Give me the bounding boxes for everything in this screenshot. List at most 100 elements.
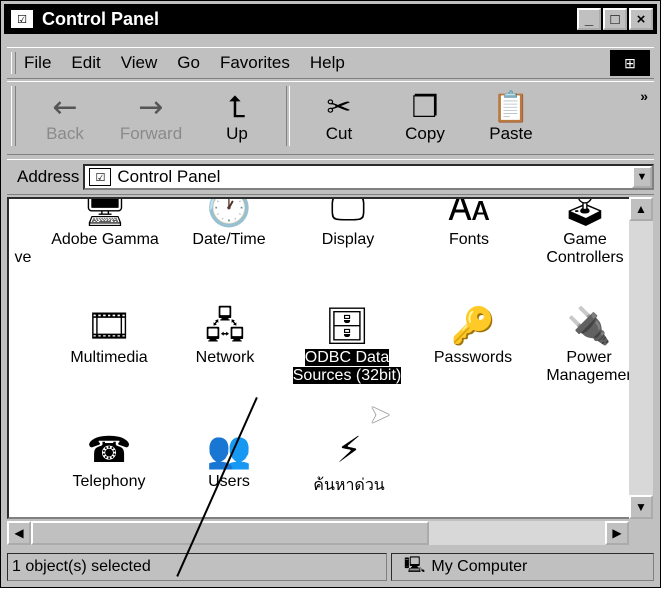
toolbar-grip[interactable] [11,86,16,146]
adobe-gamma-label: Adobe Gamma [51,231,159,248]
display-label: Display [321,231,375,248]
windows-flag-icon: ⊞ [610,50,650,76]
address-label: Address [17,167,80,186]
telephony-item[interactable]: ☎ Telephony [49,429,169,491]
icon-view: ve 🖥 Adobe Gamma 🕐 Date/Time 🖵 Display 🗛… [7,197,647,519]
copy-button[interactable]: ❐ Copy [382,82,468,148]
odbc-item[interactable]: 🗄 ODBC Data Sources (32bit) [287,305,407,385]
status-selection: 1 object(s) selected [7,553,387,581]
menu-bar: File Edit View Go Favorites Help ⊞ [7,47,654,79]
horizontal-scroll-thumb[interactable] [31,521,429,545]
back-arrow-icon: ← [52,90,78,125]
menu-file[interactable]: File [24,53,51,73]
partial-icon-label: ve [14,249,32,266]
telephony-label: Telephony [72,473,146,490]
up-folder-icon: ⮤ [228,90,246,125]
monitor-icon: 🖥 [82,197,128,229]
menu-help[interactable]: Help [310,53,345,73]
scroll-down-button[interactable]: ▼ [629,495,653,519]
toolbar-chevron-icon[interactable]: » [640,88,648,104]
vertical-scrollbar[interactable]: ▲ ▼ [629,197,653,519]
status-zone-label: My Computer [431,558,528,575]
datetime-label: Date/Time [192,231,266,248]
menu-favorites[interactable]: Favorites [220,53,290,73]
users-icon: 👥 [206,430,252,471]
passwords-item[interactable]: 🔑 Passwords [413,305,533,367]
network-item[interactable]: 🖧 Network [165,305,285,367]
forward-arrow-icon: → [138,90,164,125]
users-label: Users [208,473,250,490]
fonts-icon: 🗛 [448,197,490,229]
scissors-icon: ✂ [326,90,352,125]
game-controllers-item[interactable]: 🕹 Game Controllers [525,197,645,267]
back-button[interactable]: ← Back [22,82,108,148]
status-zone: 🖳 My Computer [391,553,654,581]
telephone-icon: ☎ [86,430,132,471]
copy-icon: ❐ [411,90,439,125]
scroll-up-button[interactable]: ▲ [629,197,653,221]
find-fast-label: ค้นหาด่วน [313,477,385,494]
multimedia-label: Multimedia [70,349,148,366]
control-panel-icon: ☑ [10,9,34,29]
game-controllers-line1: Game [563,231,607,248]
game-controllers-line2: Controllers [546,249,624,266]
scroll-left-button[interactable]: ◀ [7,521,31,545]
forward-button[interactable]: → Forward [108,82,194,148]
computer-icon: 🖳 [404,554,426,574]
network-icon: 🖧 [204,306,246,347]
multimedia-item[interactable]: 🎞 Multimedia [49,305,169,367]
display-item[interactable]: 🖵 Display [288,197,408,249]
cut-label: Cut [325,124,353,143]
paste-label: Paste [489,124,533,143]
odbc-line1: ODBC Data [304,349,390,366]
control-panel-window: ☑ Control Panel _ □ × File Edit View Go … [0,0,661,588]
network-label: Network [195,349,255,366]
control-panel-small-icon: ☑ [89,168,112,186]
standard-toolbar: ← Back → Forward ⮤ Up ✂ Cut ❐ Copy 📋 Pas… [7,81,654,155]
window-title: Control Panel [42,8,160,29]
menu-edit[interactable]: Edit [71,53,100,73]
display-icon: 🖵 [330,197,366,229]
back-label: Back [46,124,84,143]
fonts-label: Fonts [448,231,489,248]
binoculars-icon: ⚡ [336,430,362,471]
address-dropdown-button[interactable]: ▼ [632,166,652,188]
title-bar[interactable]: ☑ Control Panel _ □ × [4,4,657,34]
maximize-button[interactable]: □ [603,8,627,30]
keys-icon: 🔑 [450,306,496,347]
window-controls: _ □ × [577,8,653,30]
paste-icon: 📋 [492,90,530,125]
up-label: Up [226,124,248,143]
toolbar-separator [286,86,290,146]
paste-button[interactable]: 📋 Paste [468,82,554,148]
odbc-line2: Sources (32bit) [292,367,402,384]
find-fast-item[interactable]: ⚡ ค้นหาด่วน [289,429,409,498]
address-bar: Address ☑ Control Panel ▼ [7,159,654,195]
forward-label: Forward [119,124,183,143]
status-bar: 1 object(s) selected 🖳 My Computer [7,553,654,583]
address-input[interactable]: ☑ Control Panel ▼ [83,164,654,190]
multimedia-icon: 🎞 [86,306,132,347]
menu-go[interactable]: Go [177,53,200,73]
address-value: Control Panel [117,167,221,186]
scroll-right-button[interactable]: ▶ [605,521,629,545]
fonts-item[interactable]: 🗛 Fonts [409,197,529,249]
up-button[interactable]: ⮤ Up [194,82,280,148]
cut-button[interactable]: ✂ Cut [296,82,382,148]
copy-label: Copy [405,124,445,143]
minimize-button[interactable]: _ [577,8,601,30]
menubar-grip[interactable] [11,52,16,74]
odbc-icon: 🗄 [324,306,370,347]
adobe-gamma-item[interactable]: 🖥 Adobe Gamma [45,197,165,249]
menu-view[interactable]: View [121,53,158,73]
mouse-cursor-icon: ➤ [369,399,391,429]
clock-icon: 🕐 [206,197,252,229]
horizontal-scrollbar[interactable]: ◀ ▶ [7,521,629,545]
datetime-item[interactable]: 🕐 Date/Time [169,197,289,249]
passwords-label: Passwords [433,349,513,366]
partial-icon-item[interactable]: ve [9,249,43,267]
game-controllers-label: Game Controllers [525,231,645,267]
close-button[interactable]: × [629,8,653,30]
odbc-label: ODBC Data Sources (32bit) [287,349,407,385]
joystick-icon: 🕹 [562,197,608,229]
